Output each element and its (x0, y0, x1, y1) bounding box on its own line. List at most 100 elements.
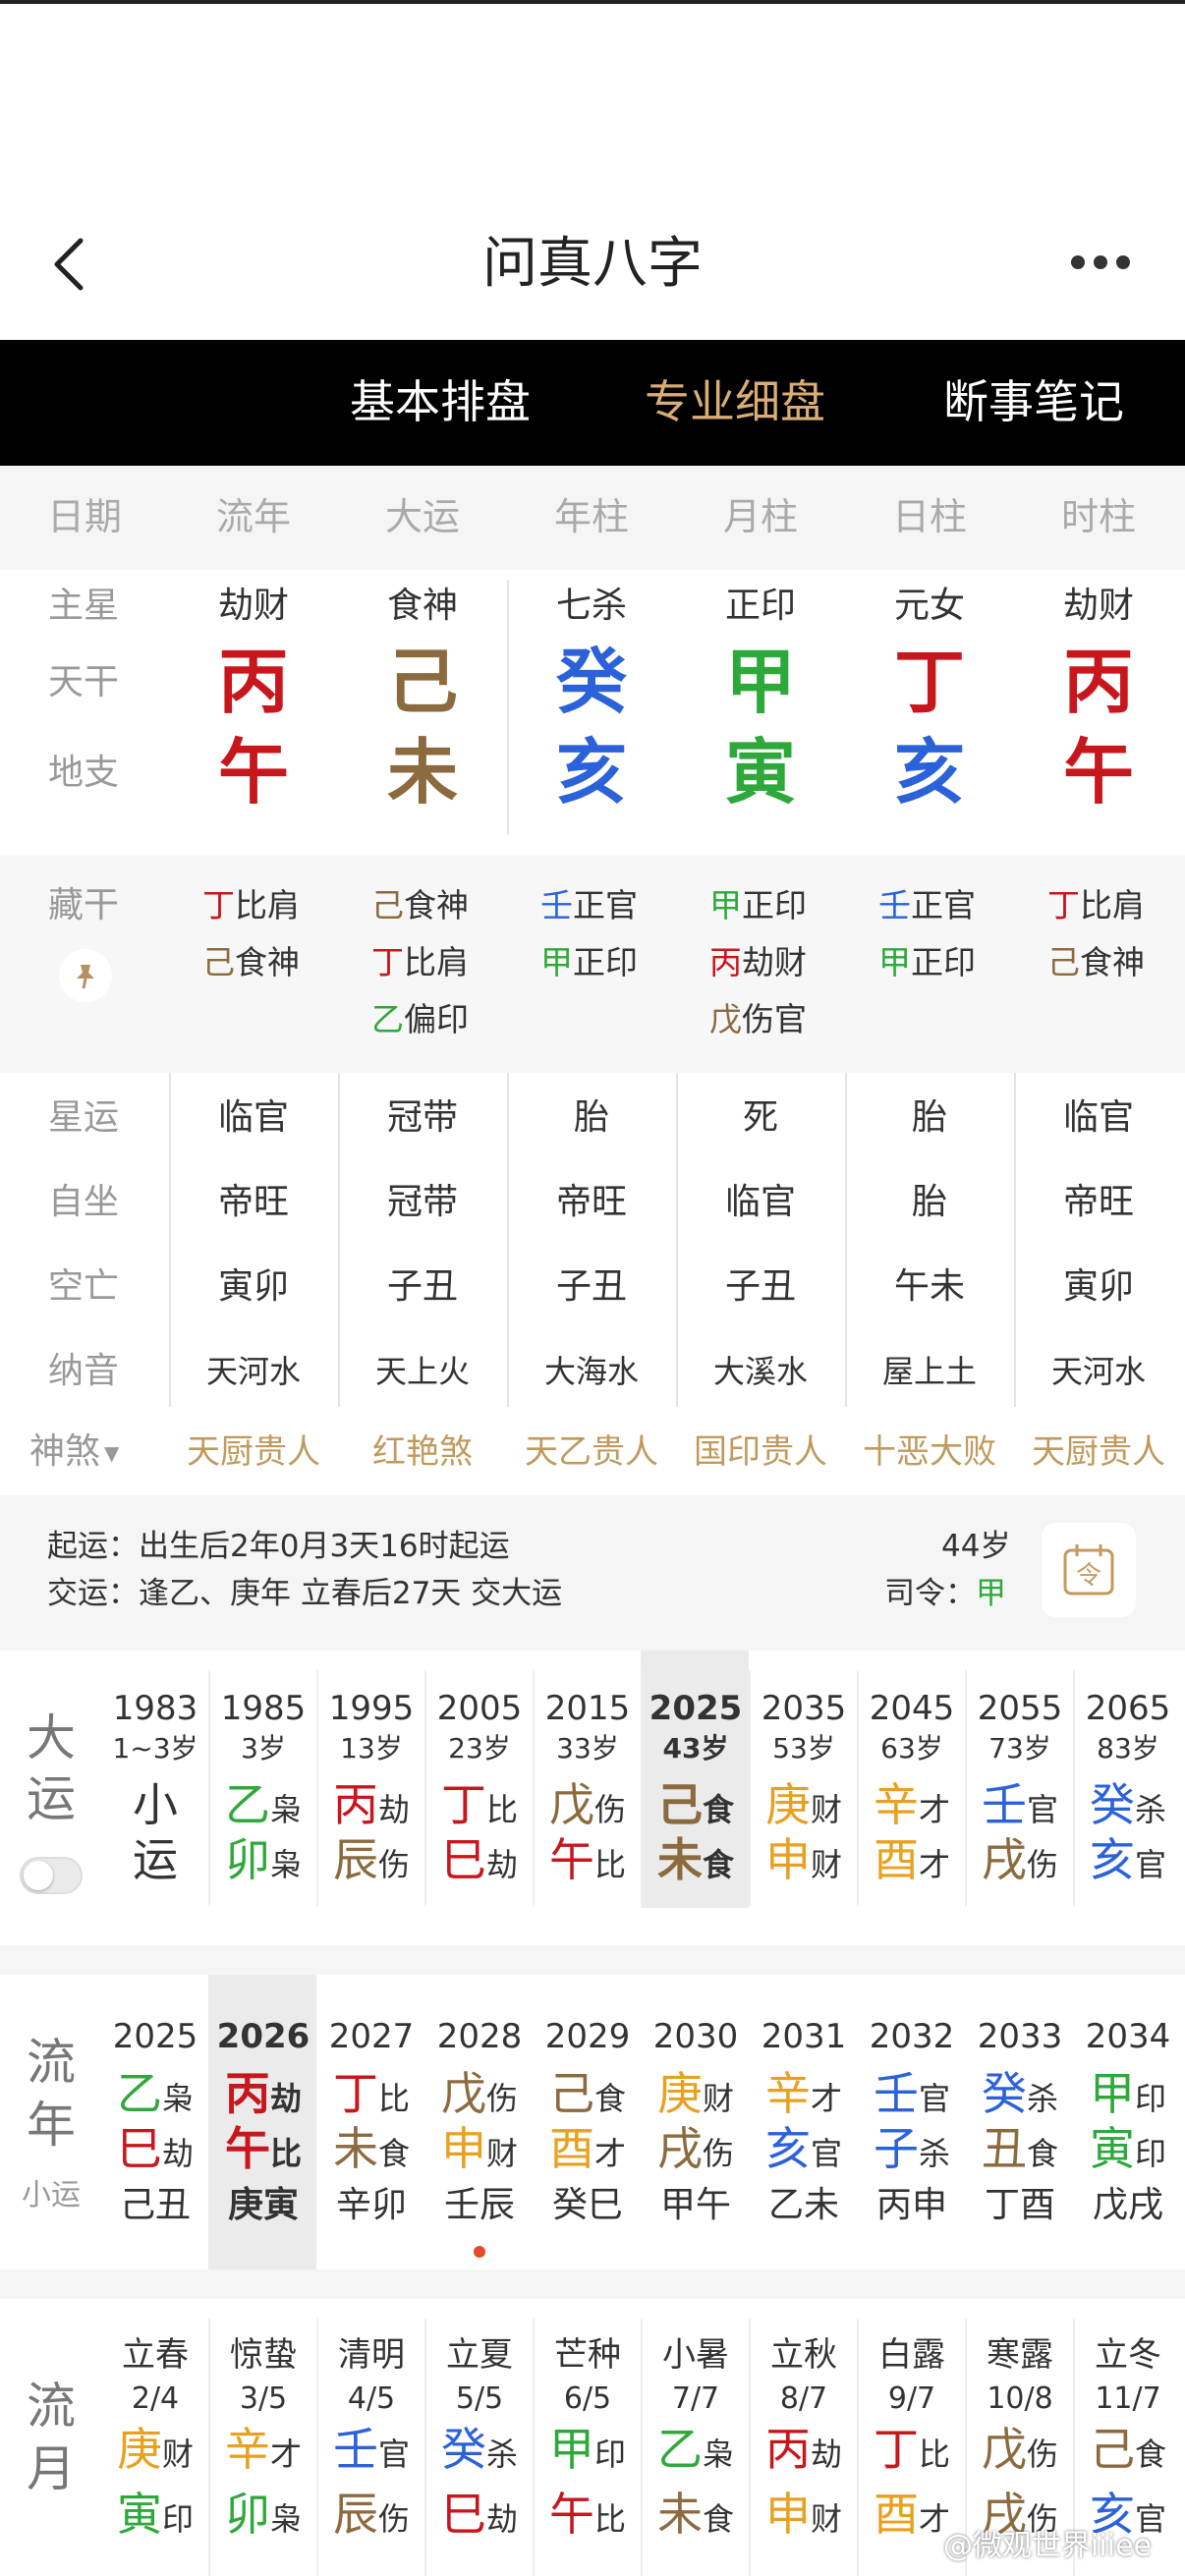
ganzhi: 乙枭 (102, 2065, 208, 2127)
heavenly-stem: 甲 (724, 641, 796, 723)
shensha-item[interactable]: 十恶大败 (845, 1423, 1014, 1482)
dayun-age: 1~3岁 (112, 1732, 198, 1764)
siling-button[interactable]: 令 (1042, 1523, 1136, 1617)
liunian-item[interactable]: 2032 壬官 子杀 丙申 (859, 1975, 965, 2269)
pin-button[interactable] (59, 949, 112, 1002)
ten-god: 官 (810, 2135, 842, 2172)
ten-god: 财 (161, 2436, 194, 2473)
main-pillars-section: 主星 天干 地支 劫财丙午 食神己未 七杀癸亥 正印甲寅 元女丁亥 劫财丙午 (0, 570, 1185, 855)
liunian-item[interactable]: 2027 丁比 未食 辛卯 (318, 1975, 424, 2269)
hidden-stem-god: 食神 (404, 886, 469, 924)
self-seat: 胎 (911, 1182, 947, 1222)
liuyue-item[interactable]: 清明 4/5 壬官 辰伤 (316, 2299, 424, 2576)
dayun-item[interactable]: 2065 83岁 癸杀 亥官 (1075, 1651, 1181, 1908)
dayun-year: 2035 (761, 1689, 847, 1728)
xiaoyun-ganzhi: 壬辰 (443, 2185, 515, 2225)
liunian-year: 2029 (544, 2017, 631, 2056)
liuyue-item[interactable]: 芒种 6/5 甲印 午比 (533, 2299, 641, 2576)
ten-god: 财 (810, 1846, 842, 1883)
ganzhi-char: 午 (548, 2488, 594, 2541)
hidden-stem-item: 丁比肩 (202, 878, 300, 933)
liunian-item[interactable]: 2031 辛才 亥官 乙未 (751, 1975, 857, 2269)
ten-god: 杀 (918, 2135, 950, 2172)
tab-basic-chart[interactable]: 基本排盘 (350, 369, 531, 434)
shensha-item[interactable]: 国印贵人 (676, 1423, 845, 1482)
shensha-dropdown[interactable]: 神煞 ▼ (29, 1423, 147, 1483)
hidden-stem-item: 甲正印 (540, 935, 638, 990)
liunian-item[interactable]: 2026 丙劫 午比 庚寅 (210, 1975, 316, 2269)
ten-god: 伤 (377, 2500, 410, 2538)
ganzhi-char: 巳 (116, 2122, 162, 2175)
ten-god: 才 (918, 1791, 950, 1828)
hidden-stem-char: 壬 (878, 886, 911, 924)
hidden-stem-char: 丁 (371, 943, 404, 981)
liuyue-item[interactable]: 立夏 5/5 癸杀 巳劫 (424, 2299, 533, 2576)
dayun-item[interactable]: 2055 73岁 壬官 戌伤 (967, 1651, 1073, 1908)
solar-term-date: 4/5 (347, 2381, 396, 2416)
self-seat: 冠带 (386, 1182, 458, 1222)
dayun-item[interactable]: 2025 43岁 己食 未食 (643, 1651, 749, 1908)
tab-notes[interactable]: 断事笔记 (943, 369, 1124, 434)
liunian-item[interactable]: 2034 甲印 寅印 戊戌 (1075, 1975, 1181, 2269)
shensha-item[interactable]: 天乙贵人 (507, 1423, 676, 1482)
ganzhi-char: 丑 (981, 2122, 1027, 2175)
ganzhi-char: 甲 (1089, 2067, 1135, 2120)
dayun-year: 2065 (1085, 1689, 1171, 1728)
solar-term: 芒种 (554, 2335, 621, 2375)
tab-professional-chart[interactable]: 专业细盘 (645, 369, 825, 434)
liuyue-item[interactable]: 立秋 8/7 丙劫 申财 (749, 2299, 857, 2576)
section-divider (0, 2269, 1185, 2299)
ganzhi: 卯枭 (210, 2486, 316, 2548)
ganzhi: 辛才 (210, 2421, 316, 2483)
hidden-stem-god: 比肩 (235, 886, 300, 924)
ten-god: 枭 (702, 2436, 734, 2473)
divider (208, 1670, 210, 1906)
nayin: 天河水 (205, 1353, 301, 1390)
divider (533, 2319, 535, 2576)
dayun-item[interactable]: 2035 53岁 庚财 申财 (751, 1651, 857, 1908)
liunian-item[interactable]: 2029 己食 酉才 癸巳 (535, 1975, 641, 2269)
shensha-item[interactable]: 天厨贵人 (1014, 1423, 1183, 1482)
shensha-item[interactable]: 红艳煞 (338, 1423, 507, 1482)
liunian-item[interactable]: 2030 庚财 戌伤 甲午 (643, 1975, 749, 2269)
dayun-item[interactable]: 2015 33岁 戊伤 午比 (535, 1651, 641, 1908)
liunian-year: 2030 (652, 2017, 739, 2056)
ten-god: 财 (485, 2135, 518, 2172)
liuyue-item[interactable]: 小暑 7/7 乙枭 未食 (641, 2299, 749, 2576)
more-options-button[interactable] (1071, 255, 1130, 269)
hidden-stem-item: 丁比肩 (371, 935, 469, 990)
ganzhi: 子杀 (859, 2120, 965, 2182)
ganzhi: 戌伤 (643, 2120, 749, 2182)
dayun-item[interactable]: 1995 13岁 丙劫 辰伤 (318, 1651, 424, 1908)
liunian-item[interactable]: 2033 癸杀 丑食 丁酉 (967, 1975, 1073, 2269)
ganzhi: 未食 (318, 2120, 424, 2182)
divider (857, 1670, 859, 1906)
dayun-item[interactable]: 1983 1~3岁小运 (102, 1651, 208, 1908)
ten-god: 才 (918, 1846, 950, 1883)
ganzhi-char: 申 (764, 2488, 811, 2541)
dayun-item[interactable]: 2045 63岁 辛才 酉才 (859, 1651, 965, 1908)
liunian-item[interactable]: 2025 乙枭 巳劫 己丑 (102, 1975, 208, 2269)
ganzhi: 巳劫 (426, 1831, 533, 1893)
xiaoyun-toggle[interactable] (20, 1857, 83, 1894)
liuyue-item[interactable]: 立春 2/4 庚财 寅印 (102, 2299, 208, 2576)
divider (641, 1670, 643, 1906)
shensha-item[interactable]: 天厨贵人 (169, 1423, 338, 1482)
ganzhi: 戊伤 (535, 1776, 641, 1838)
ganzhi-char: 壬 (981, 1778, 1027, 1831)
row-label-void: 空亡 (47, 1266, 119, 1307)
divider (316, 2319, 318, 2576)
liuyue-item[interactable]: 惊蛰 3/5 辛才 卯枭 (208, 2299, 316, 2576)
ganzhi: 申财 (751, 1831, 857, 1893)
ganzhi: 辰伤 (318, 1831, 424, 1893)
ten-god: 劫 (810, 2436, 842, 2473)
dayun-item[interactable]: 2005 23岁 丁比 巳劫 (426, 1651, 533, 1908)
dayun-age: 53岁 (772, 1732, 835, 1764)
main-star: 食神 (386, 586, 458, 626)
ganzhi-char: 戌 (981, 1833, 1027, 1886)
divider (533, 1670, 535, 1906)
dayun-item[interactable]: 1985 3岁 乙枭 卯枭 (210, 1651, 316, 1908)
hidden-stem-item: 丙劫财 (709, 935, 807, 990)
solar-term-date: 2/4 (131, 2381, 180, 2416)
liunian-item[interactable]: 2028 戊伤 申财 壬辰 (426, 1975, 533, 2269)
